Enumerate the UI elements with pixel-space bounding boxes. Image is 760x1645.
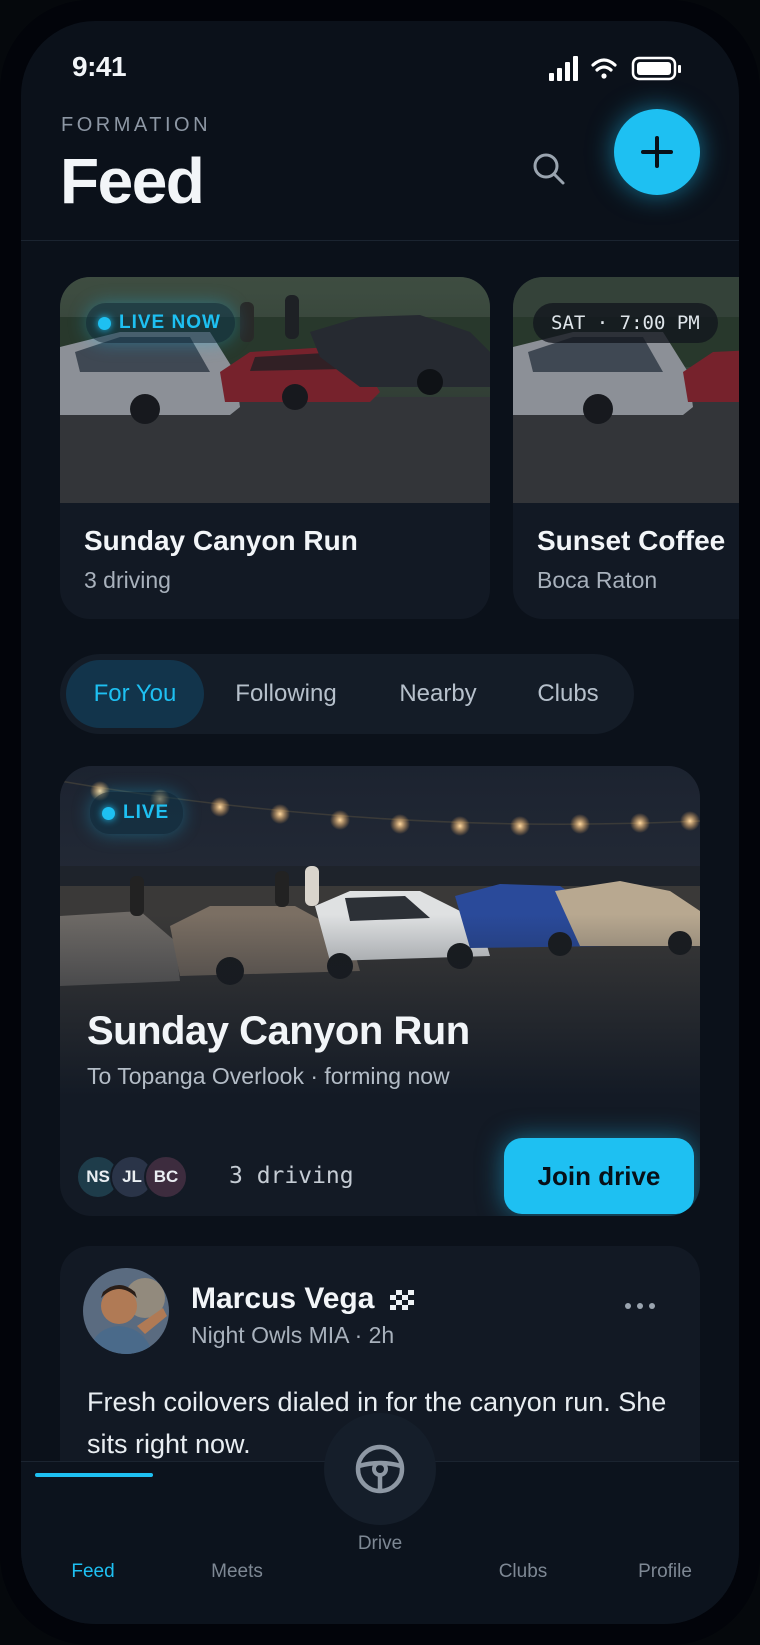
battery-icon xyxy=(631,56,681,81)
meet-title: Sunday Canyon Run xyxy=(84,525,358,556)
featured-subtitle: To Topanga Overlook · forming now xyxy=(87,1063,450,1089)
live-dot-icon xyxy=(102,806,115,820)
post-more-button[interactable] xyxy=(620,1298,660,1314)
driving-count: 3 driving xyxy=(229,1163,354,1189)
meet-date-badge: SAT · 7:00 PM xyxy=(533,303,718,343)
avatar: BC xyxy=(144,1155,188,1199)
nav-meets[interactable]: Meets xyxy=(177,1561,297,1583)
tab-clubs[interactable]: Clubs xyxy=(508,660,628,728)
tab-nearby[interactable]: Nearby xyxy=(368,660,508,728)
post-meta: Night Owls MIA · 2h xyxy=(191,1322,395,1348)
status-icons xyxy=(549,56,681,81)
tab-following[interactable]: Following xyxy=(204,660,368,728)
live-badge: LIVE xyxy=(90,792,184,834)
nav-active-indicator xyxy=(35,1473,153,1477)
more-horizontal-icon xyxy=(625,1303,655,1309)
app-screen: 9:41 FORMATION Feed LIVE NOW Sunday Cany… xyxy=(21,21,739,1624)
status-time: 9:41 xyxy=(72,51,127,82)
feed-tabs: For You Following Nearby Clubs xyxy=(60,654,634,734)
author-avatar[interactable] xyxy=(83,1268,169,1354)
live-badge-label: LIVE NOW xyxy=(119,312,221,333)
meet-subtitle: Boca Raton xyxy=(537,567,658,593)
participant-avatars: NS JL BC xyxy=(76,1155,196,1199)
header-divider xyxy=(21,240,739,241)
phone-frame: 9:41 FORMATION Feed LIVE NOW Sunday Cany… xyxy=(0,0,760,1645)
steering-wheel-icon xyxy=(355,1444,405,1494)
meet-card[interactable]: SAT · 7:00 PM Sunset Coffee Boca Raton xyxy=(513,277,739,619)
featured-title: Sunday Canyon Run xyxy=(87,1009,470,1053)
meet-card[interactable]: LIVE NOW Sunday Canyon Run 3 driving xyxy=(60,277,490,619)
live-badge: LIVE NOW xyxy=(86,303,235,343)
checkered-flag-icon xyxy=(390,1290,414,1310)
create-button[interactable] xyxy=(614,109,700,195)
page-title: Feed xyxy=(60,145,205,217)
tab-for-you[interactable]: For You xyxy=(66,660,204,728)
signal-icon xyxy=(549,56,578,81)
join-drive-button[interactable]: Join drive xyxy=(504,1138,694,1214)
live-dot-icon xyxy=(98,316,111,330)
wifi-icon xyxy=(591,58,617,79)
nav-clubs[interactable]: Clubs xyxy=(463,1561,583,1583)
nav-drive-label: Drive xyxy=(357,1533,403,1554)
nav-profile[interactable]: Profile xyxy=(605,1561,725,1583)
drive-button[interactable] xyxy=(324,1413,436,1525)
brand-label: FORMATION xyxy=(61,114,212,136)
meet-title: Sunset Coffee xyxy=(537,525,726,556)
search-button[interactable] xyxy=(529,149,569,189)
meet-subtitle: 3 driving xyxy=(84,567,171,593)
plus-icon xyxy=(641,136,673,168)
search-icon xyxy=(533,153,565,185)
nav-feed[interactable]: Feed xyxy=(33,1561,153,1583)
live-badge-label: LIVE xyxy=(123,802,170,823)
featured-drive-card[interactable]: LIVE Sunday Canyon Run To Topanga Overlo… xyxy=(60,766,700,1216)
author-name[interactable]: Marcus Vega xyxy=(191,1282,374,1316)
